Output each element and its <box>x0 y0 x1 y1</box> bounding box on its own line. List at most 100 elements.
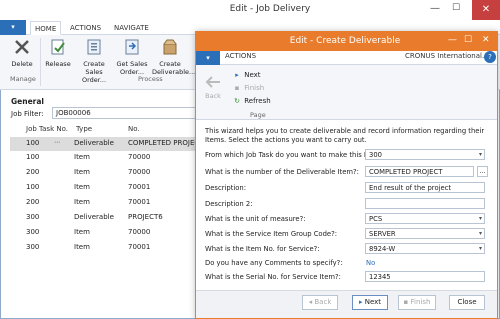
document-icon <box>87 39 101 55</box>
item-no-service-value: 8924-W <box>369 245 396 253</box>
box-icon <box>163 39 177 55</box>
wizard-intro-text: This wizard helps you to create delivera… <box>205 127 485 144</box>
cell-type: Item <box>74 243 90 251</box>
release-button[interactable]: Release <box>40 38 76 68</box>
app-menu-button[interactable]: ▾ <box>0 20 26 35</box>
cell-type: Item <box>74 168 90 176</box>
unit-of-measure-dropdown[interactable]: PCS ▾ <box>365 213 485 224</box>
cell-task: 300 <box>26 228 40 236</box>
get-sales-order-button[interactable]: Get Sales Order... <box>114 38 150 76</box>
column-header-no[interactable]: No. <box>128 125 140 133</box>
field-label-service-item-group: What is the Service Item Group Code?: <box>205 230 337 238</box>
table-row[interactable]: 100 Item 70001 <box>10 181 196 195</box>
close-button[interactable]: Close <box>449 295 485 310</box>
maximize-icon[interactable]: ☐ <box>452 3 460 13</box>
description-input[interactable]: End result of the project <box>365 182 485 193</box>
cell-no: 70000 <box>128 153 151 161</box>
table-row[interactable]: 200 Item 70000 <box>10 166 196 180</box>
table-row[interactable]: 100 ⋯ Deliverable COMPLETED PROJECT <box>10 137 204 151</box>
comments-link[interactable]: No <box>366 259 375 267</box>
chevron-down-icon: ▾ <box>478 151 482 158</box>
unit-of-measure-value: PCS <box>369 215 383 223</box>
table-row[interactable]: 100 Item 70000 <box>10 151 196 165</box>
job-filter-label: Job Filter: <box>11 110 44 118</box>
general-heading: General <box>11 97 44 106</box>
cell-type: Deliverable <box>74 213 114 221</box>
service-item-group-value: SERVER <box>369 230 396 238</box>
company-name[interactable]: CRONUS International... <box>405 52 489 60</box>
ribbon-group-process: Process <box>138 75 163 83</box>
tab-actions[interactable]: ACTIONS <box>225 52 256 60</box>
cell-no: 70001 <box>128 243 151 251</box>
description-2-input[interactable] <box>365 198 485 209</box>
job-task-dropdown[interactable]: 300 ▾ <box>365 149 485 160</box>
finish-icon: ▪ <box>234 84 240 92</box>
delete-icon <box>15 40 29 54</box>
cell-task: 100 <box>26 139 40 147</box>
ribbon-finish-button[interactable]: ▪ Finish <box>232 84 265 92</box>
table-row[interactable]: 300 Item 70001 <box>10 241 196 255</box>
column-header-type[interactable]: Type <box>76 125 92 133</box>
help-icon[interactable]: ? <box>484 51 496 63</box>
cell-no: 70000 <box>128 228 151 236</box>
field-label-unit-of-measure: What is the unit of measure?: <box>205 215 306 223</box>
ribbon-next-button[interactable]: ▸ Next <box>232 71 260 79</box>
next-arrow-icon: ▸ <box>358 298 363 306</box>
ribbon-refresh-label: Refresh <box>244 97 271 105</box>
delete-button[interactable]: Delete <box>4 38 40 68</box>
finish-icon: ▪ <box>403 298 409 306</box>
deliverable-item-input[interactable]: COMPLETED PROJECT <box>365 166 474 177</box>
maximize-icon[interactable]: ☐ <box>464 35 472 45</box>
field-label-description-2: Description 2: <box>205 200 253 208</box>
tab-actions[interactable]: ACTIONS <box>70 21 101 35</box>
delete-label: Delete <box>11 60 33 68</box>
serial-no-input[interactable]: 12345 <box>365 271 485 282</box>
cell-type: Deliverable <box>74 139 114 147</box>
item-no-service-dropdown[interactable]: 8924-W ▾ <box>365 243 485 254</box>
finish-button[interactable]: ▪ Finish <box>398 295 436 310</box>
table-row[interactable]: 300 Deliverable PROJECT6 <box>10 211 196 225</box>
close-icon[interactable]: ✕ <box>472 0 500 20</box>
tab-home[interactable]: HOME <box>30 21 62 35</box>
row-arrow-icon: ⋯ <box>54 139 60 146</box>
column-header-job-task-no[interactable]: Job Task No. <box>26 125 68 133</box>
cell-type: Item <box>74 183 90 191</box>
close-icon[interactable]: ✕ <box>482 35 490 45</box>
cell-no: 70001 <box>128 198 151 206</box>
lookup-assist-button[interactable]: … <box>477 166 488 177</box>
finish-button-label: Finish <box>410 298 431 306</box>
back-button[interactable]: ◂ Back <box>302 295 338 310</box>
create-deliverable-button[interactable]: Create Deliverable... <box>152 38 195 76</box>
cell-type: Item <box>74 228 90 236</box>
cell-no: COMPLETED PROJECT <box>128 139 204 147</box>
cell-task: 100 <box>26 153 40 161</box>
document-icon <box>125 39 139 55</box>
release-label: Release <box>45 60 71 68</box>
chevron-down-icon: ▾ <box>478 245 482 252</box>
ribbon-back-label: Back <box>205 92 221 100</box>
table-row[interactable]: 200 Item 70001 <box>10 196 196 210</box>
ribbon-back-button[interactable]: Back <box>203 74 223 100</box>
ribbon-refresh-button[interactable]: ↻ Refresh <box>232 97 271 105</box>
back-arrow-icon <box>205 76 220 88</box>
minimize-icon[interactable]: — <box>430 3 440 14</box>
job-delivery-title: Edit - Job Delivery <box>229 4 311 14</box>
next-button[interactable]: ▸ Next <box>352 295 388 310</box>
cell-no: PROJECT6 <box>128 213 163 221</box>
service-item-group-dropdown[interactable]: SERVER ▾ <box>365 228 485 239</box>
back-arrow-icon: ◂ <box>308 298 313 306</box>
back-button-label: Back <box>314 298 332 306</box>
table-row[interactable]: 300 Item 70000 <box>10 226 196 240</box>
refresh-icon: ↻ <box>234 97 240 105</box>
create-sales-order-button[interactable]: Create Sales Order... <box>76 38 112 84</box>
dialog-app-menu-button[interactable]: ▾ <box>196 51 220 65</box>
job-filter-input[interactable]: JOB00006 <box>52 107 198 119</box>
cell-task: 100 <box>26 183 40 191</box>
cell-task: 300 <box>26 243 40 251</box>
cell-no: 70001 <box>128 183 151 191</box>
minimize-icon[interactable]: — <box>448 35 457 45</box>
next-arrow-icon: ▸ <box>235 71 239 79</box>
tab-navigate[interactable]: NAVIGATE <box>114 21 149 35</box>
chevron-down-icon: ▾ <box>478 230 482 237</box>
next-button-label: Next <box>364 298 382 306</box>
